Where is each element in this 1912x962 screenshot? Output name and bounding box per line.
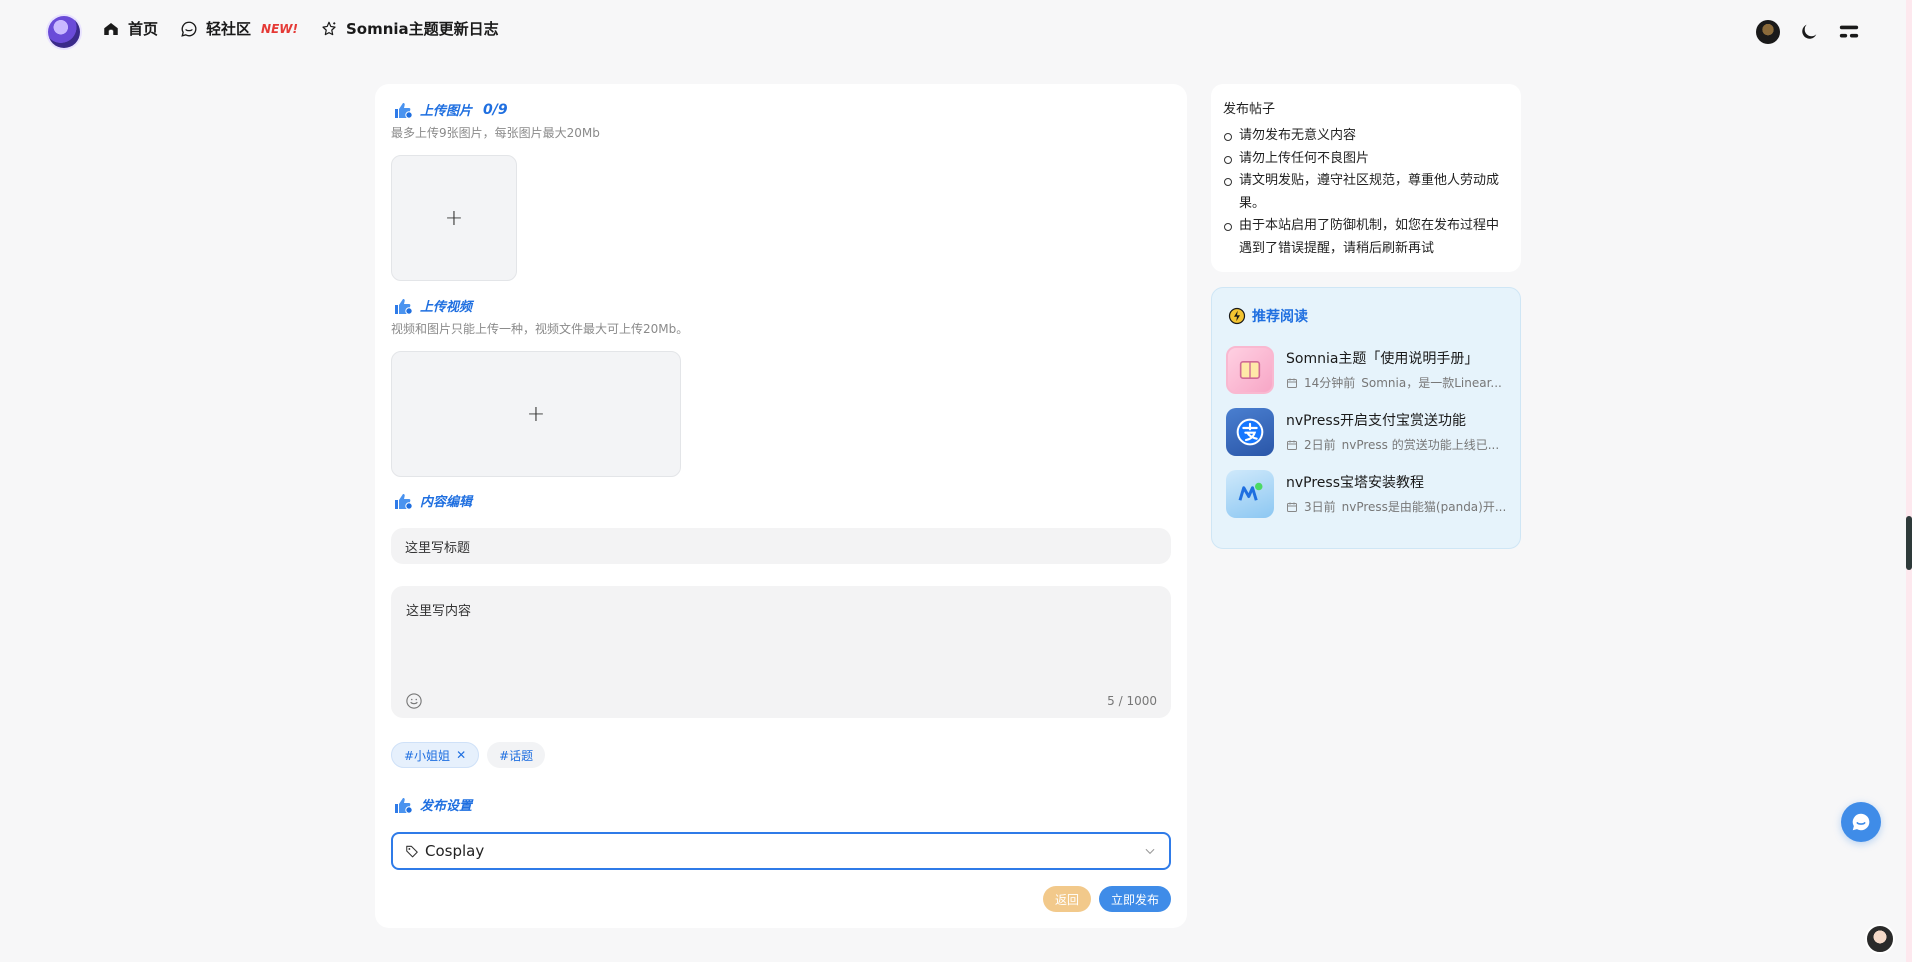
- plus-icon: +: [526, 401, 546, 427]
- rules-title: 发布帖子: [1223, 102, 1276, 117]
- close-icon[interactable]: ✕: [456, 748, 466, 762]
- tag-chip-topic[interactable]: #话题: [487, 742, 546, 768]
- home-icon: [104, 22, 118, 35]
- title-placeholder: 这里写标题: [405, 540, 471, 556]
- nav-links: 首页 轻社区 NEW! Somnia主题更新日志: [102, 18, 499, 39]
- menu-icon[interactable]: [1838, 21, 1860, 43]
- content-edit-title: 内容编辑: [420, 495, 473, 510]
- recommended-reading-card: 推荐阅读 Somnia主题「使用说明手册」 14分钟前 Somnia，是一款Li…: [1211, 287, 1521, 549]
- article-meta: 3日前 nvPress是由能猫(panda)开...: [1286, 498, 1506, 515]
- upload-video-title: 上传视频: [420, 300, 473, 315]
- article-time: 3日前: [1304, 500, 1336, 514]
- article-thumbnail: [1226, 346, 1274, 394]
- thumbs-up-icon: [395, 102, 413, 119]
- tag-label: #小姐姐: [404, 748, 451, 763]
- back-button[interactable]: 返回: [1043, 886, 1091, 912]
- article-excerpt: Somnia，是一款Linear...: [1361, 376, 1502, 390]
- post-title-input[interactable]: 这里写标题: [391, 528, 1171, 564]
- article-time: 2日前: [1304, 438, 1336, 452]
- thumbs-up-icon: [395, 298, 413, 315]
- upload-images-heading: 上传图片 0/9: [393, 100, 508, 119]
- article-excerpt: nvPress是由能猫(panda)开...: [1341, 500, 1507, 514]
- post-form-card: 上传图片 0/9 最多上传9张图片，每张图片最大20Mb + 上传视频 视频和图…: [375, 84, 1187, 928]
- article-meta: 2日前 nvPress 的赏送功能上线已...: [1286, 436, 1499, 453]
- tag-chip-selected[interactable]: #小姐姐 ✕: [391, 742, 480, 768]
- content-placeholder: 这里写内容: [406, 604, 472, 619]
- nav-community-label: 轻社区: [206, 20, 252, 38]
- rule-item: 请勿发布无意义内容: [1224, 125, 1509, 148]
- plus-icon: +: [444, 205, 464, 231]
- recommended-article[interactable]: Somnia主题「使用说明手册」 14分钟前 Somnia，是一款Linear.…: [1226, 346, 1510, 394]
- article-title: nvPress开启支付宝赏送功能: [1286, 413, 1467, 429]
- new-badge: NEW!: [261, 21, 298, 36]
- char-counter: 5 / 1000: [1107, 694, 1157, 708]
- tag-list: #小姐姐 ✕ #话题: [391, 742, 546, 768]
- nav-home[interactable]: 首页: [102, 18, 158, 39]
- article-title: Somnia主题「使用说明手册」: [1286, 351, 1479, 367]
- rule-item: 由于本站启用了防御机制，如您在发布过程中遇到了错误提醒，请稍后刷新再试: [1224, 215, 1509, 260]
- rule-item: 请文明发贴，遵守社区规范，尊重他人劳动成果。: [1224, 170, 1509, 215]
- upload-video-heading: 上传视频: [393, 296, 472, 315]
- nav-changelog-label: Somnia主题更新日志: [345, 20, 499, 38]
- calendar-icon: [1287, 440, 1297, 450]
- content-edit-heading: 内容编辑: [393, 491, 472, 510]
- top-nav: 首页 轻社区 NEW! Somnia主题更新日志: [0, 0, 1912, 62]
- video-upload-slot[interactable]: +: [391, 351, 681, 477]
- alipay-icon: [1236, 418, 1264, 446]
- nav-changelog[interactable]: Somnia主题更新日志: [320, 18, 499, 39]
- recommended-title: 推荐阅读: [1252, 309, 1308, 325]
- recommended-article[interactable]: nvPress宝塔安装教程 3日前 nvPress是由能猫(panda)开...: [1226, 470, 1510, 518]
- image-upload-slot[interactable]: +: [391, 155, 517, 281]
- scrollbar-track[interactable]: [1906, 0, 1912, 962]
- post-content-textarea[interactable]: 这里写内容 5 / 1000: [391, 586, 1171, 718]
- thumbs-up-icon: [395, 493, 413, 510]
- category-select[interactable]: Cosplay: [391, 832, 1171, 870]
- lightning-badge-icon: [1228, 307, 1246, 325]
- upload-images-hint: 最多上传9张图片，每张图片最大20Mb: [391, 126, 600, 140]
- tag-label: #话题: [499, 748, 534, 763]
- sparkle-star-icon: [322, 21, 336, 35]
- moon-icon[interactable]: [1798, 21, 1820, 43]
- publish-settings-title: 发布设置: [420, 799, 473, 814]
- upload-video-hint: 视频和图片只能上传一种，视频文件最大可上传20Mb。: [391, 322, 689, 336]
- tag-icon: [406, 845, 418, 858]
- posting-rules-card: 发布帖子 请勿发布无意义内容 请勿上传任何不良图片 请文明发贴，遵守社区规范，尊…: [1211, 84, 1521, 272]
- scrollbar-thumb[interactable]: [1906, 516, 1912, 570]
- calendar-icon: [1287, 378, 1297, 388]
- rule-item: 请勿上传任何不良图片: [1224, 148, 1509, 171]
- user-avatar[interactable]: [1756, 20, 1780, 44]
- emoji-icon[interactable]: [405, 692, 423, 710]
- nav-home-label: 首页: [128, 20, 159, 38]
- site-logo[interactable]: [48, 16, 80, 48]
- chat-bubble-icon: [1852, 813, 1870, 831]
- article-thumbnail: [1226, 470, 1274, 518]
- book-icon: [1239, 361, 1261, 379]
- calendar-icon: [1287, 502, 1297, 512]
- chat-button[interactable]: [1841, 802, 1881, 842]
- article-excerpt: nvPress 的赏送功能上线已...: [1341, 438, 1500, 452]
- publish-button[interactable]: 立即发布: [1099, 886, 1171, 912]
- assistant-avatar[interactable]: [1865, 924, 1895, 954]
- article-thumbnail: [1226, 408, 1274, 456]
- thumbs-up-icon: [395, 797, 413, 814]
- upload-images-count: 0/9: [483, 101, 508, 118]
- category-value: Cosplay: [425, 842, 485, 860]
- article-time: 14分钟前: [1304, 376, 1356, 390]
- chevron-down-icon: [1145, 848, 1155, 855]
- upload-images-title: 上传图片: [420, 104, 473, 119]
- recommended-heading: 推荐阅读: [1228, 306, 1308, 326]
- rules-list: 请勿发布无意义内容 请勿上传任何不良图片 请文明发贴，遵守社区规范，尊重他人劳动…: [1223, 125, 1509, 260]
- nav-right: [1756, 20, 1860, 44]
- recommended-article[interactable]: nvPress开启支付宝赏送功能 2日前 nvPress 的赏送功能上线已...: [1226, 408, 1510, 456]
- chat-bubble-icon: [181, 21, 197, 37]
- article-meta: 14分钟前 Somnia，是一款Linear...: [1286, 374, 1502, 391]
- article-title: nvPress宝塔安装教程: [1286, 475, 1425, 491]
- nvpress-logo-icon: [1238, 482, 1263, 501]
- publish-settings-heading: 发布设置: [393, 795, 472, 814]
- nav-community[interactable]: 轻社区 NEW!: [180, 18, 298, 39]
